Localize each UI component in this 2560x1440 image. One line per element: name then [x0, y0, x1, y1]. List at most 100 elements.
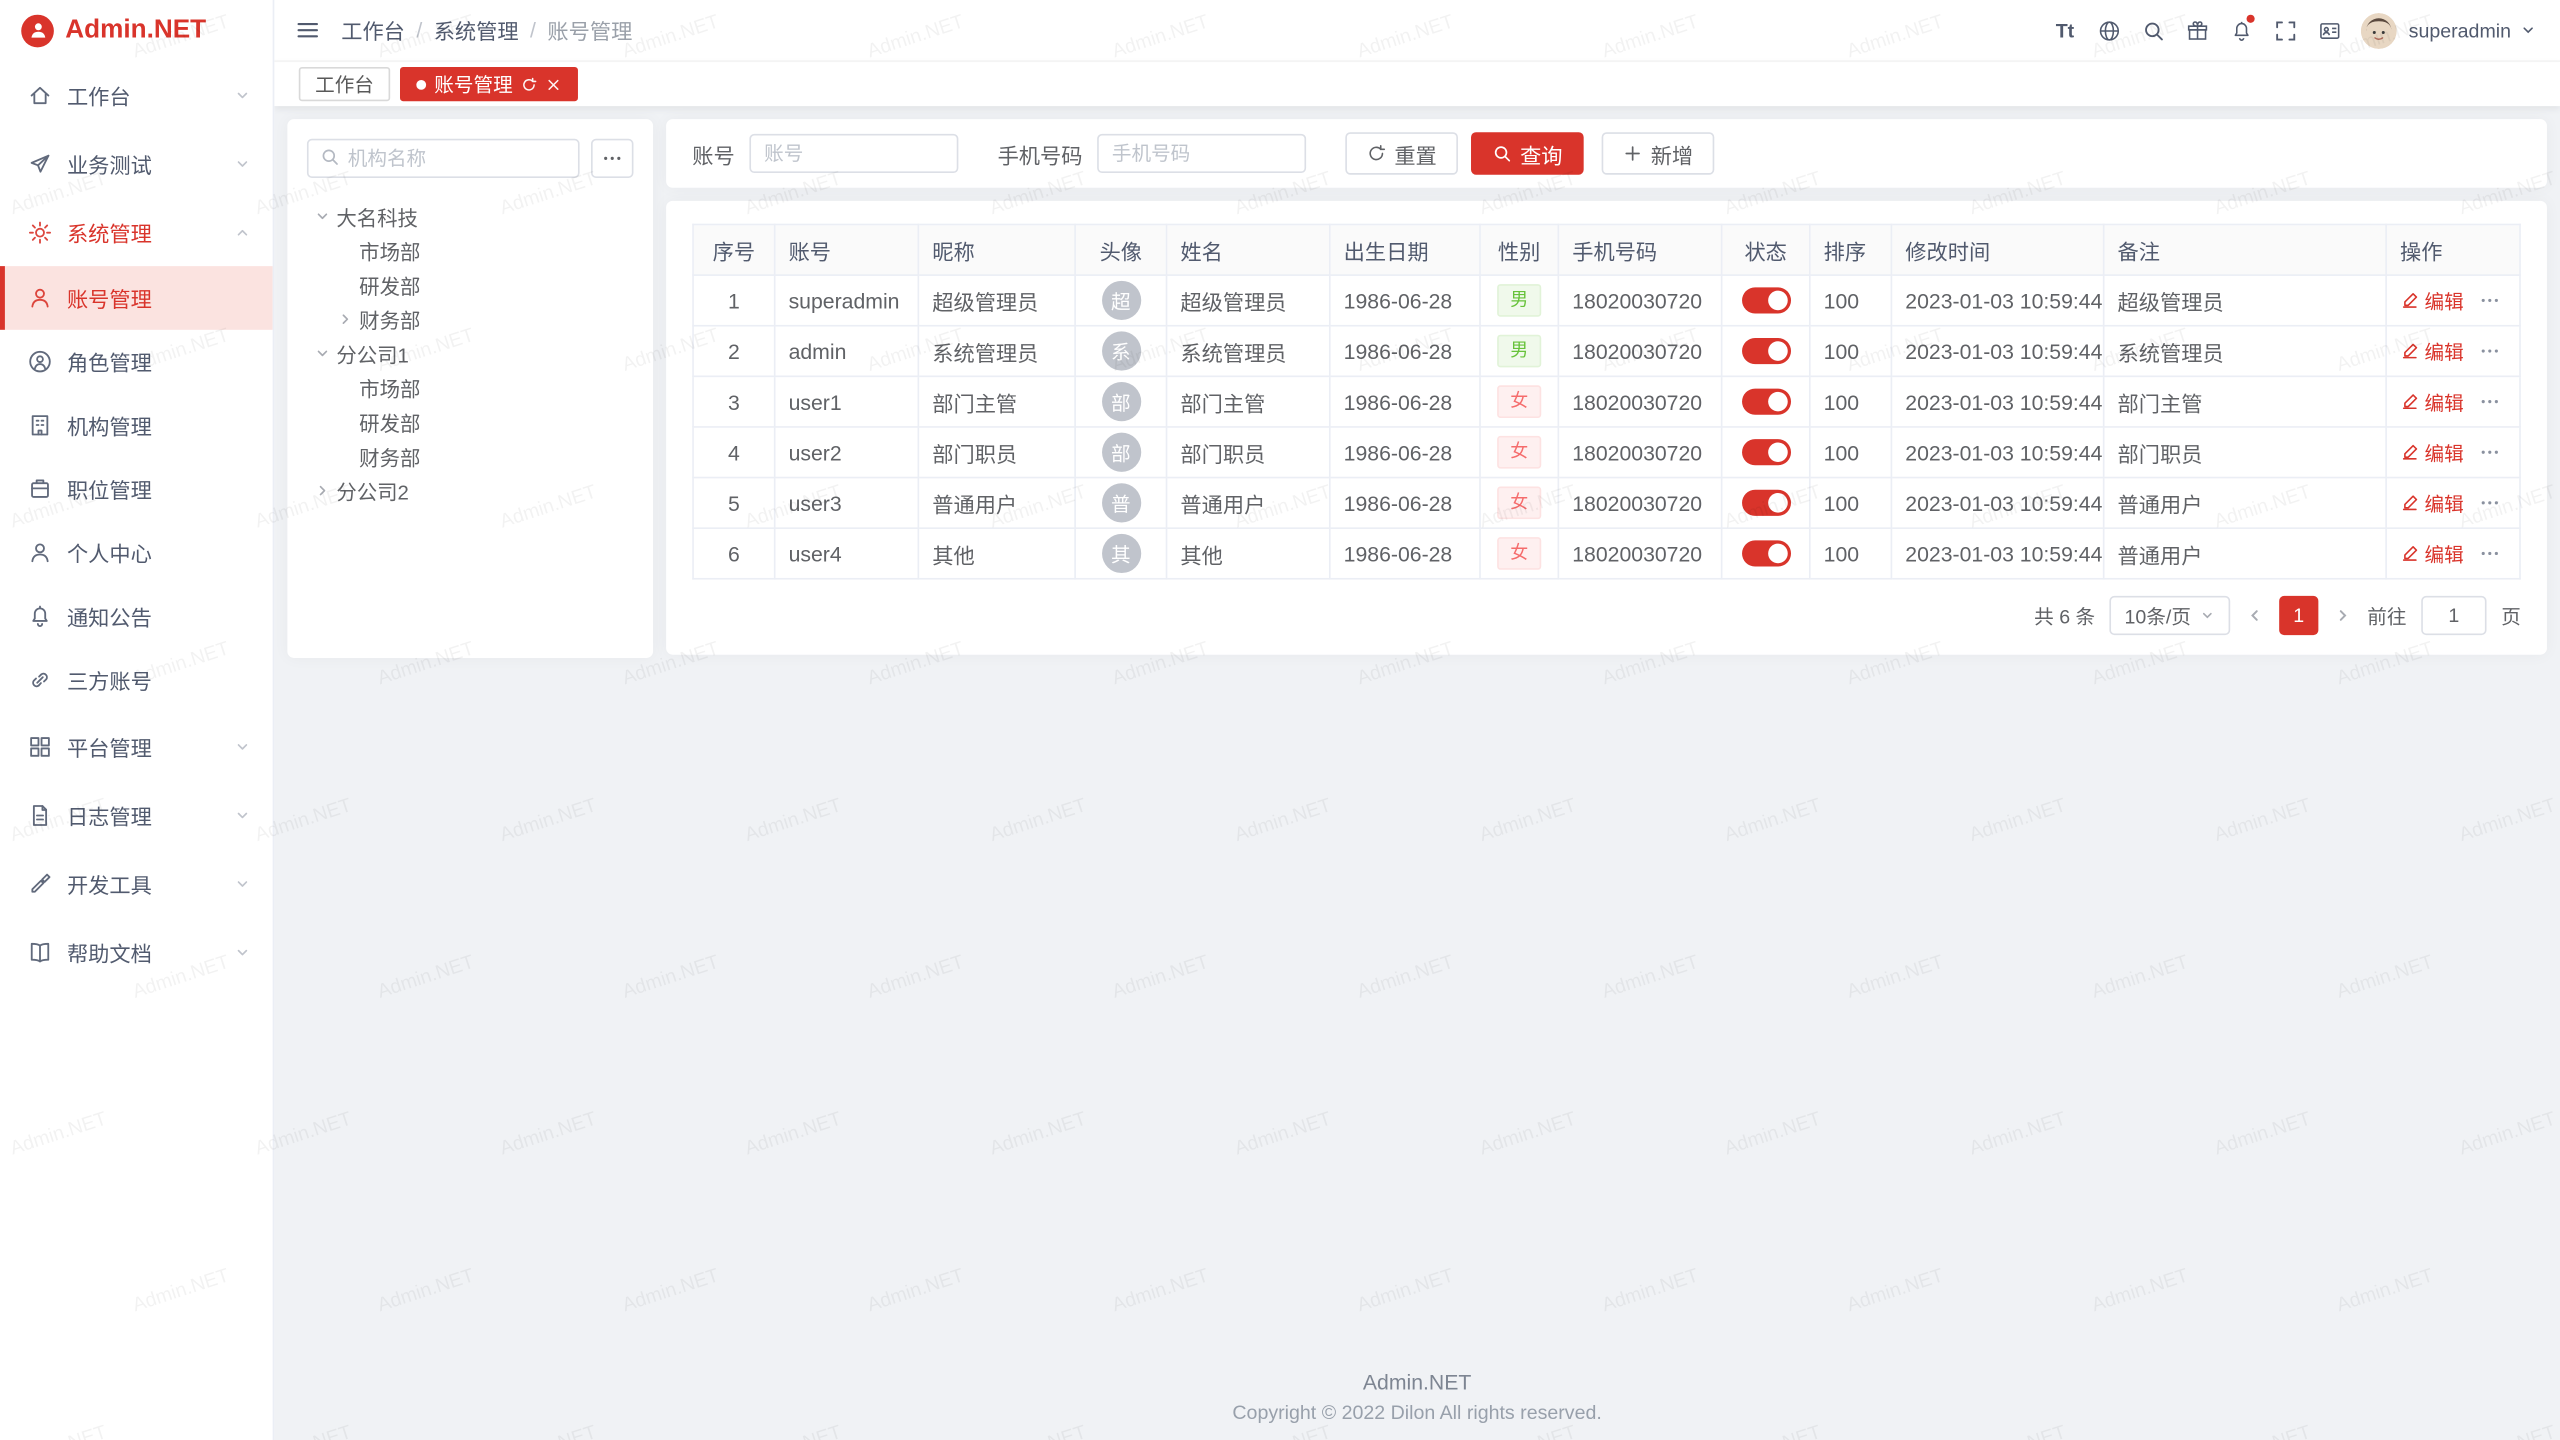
- profile-icon[interactable]: [2307, 0, 2351, 60]
- sidebar-item-log-mgmt[interactable]: 日志管理: [0, 780, 273, 849]
- tree-node[interactable]: 研发部: [307, 405, 634, 439]
- reset-button[interactable]: 重置: [1345, 132, 1458, 174]
- search-button[interactable]: 查询: [1471, 132, 1584, 174]
- sidebar-item-system-mgmt[interactable]: 系统管理: [0, 198, 273, 267]
- footer-title: Admin.NET: [274, 1367, 2560, 1398]
- caret-right-icon[interactable]: [336, 310, 359, 328]
- cell-no: 5: [693, 478, 775, 529]
- prev-page-button[interactable]: [2245, 606, 2265, 626]
- sidebar-item-position-mgmt[interactable]: 职位管理: [0, 457, 273, 521]
- sidebar-item-label: 日志管理: [67, 799, 219, 830]
- tree-node[interactable]: 财务部: [307, 439, 634, 473]
- sidebar-item-account-mgmt[interactable]: 账号管理: [0, 266, 273, 330]
- sidebar-item-platform-mgmt[interactable]: 平台管理: [0, 712, 273, 781]
- sidebar-item-business-test[interactable]: 业务测试: [0, 129, 273, 198]
- caret-down-icon[interactable]: [313, 207, 336, 225]
- tree-node[interactable]: 市场部: [307, 233, 634, 267]
- theme-icon[interactable]: [2175, 0, 2219, 60]
- row-more-button[interactable]: [2478, 491, 2501, 514]
- tree-node[interactable]: 市场部: [307, 371, 634, 405]
- notification-badge: [2247, 15, 2255, 23]
- org-search-input[interactable]: [348, 147, 567, 170]
- language-icon[interactable]: [2087, 0, 2131, 60]
- cell-avatar: 系: [1075, 326, 1166, 377]
- cell-phone: 18020030720: [1558, 528, 1721, 579]
- menu-collapse-icon[interactable]: [296, 18, 320, 42]
- status-toggle[interactable]: [1741, 338, 1790, 364]
- status-toggle[interactable]: [1741, 490, 1790, 516]
- page-size-select[interactable]: 10条/页: [2110, 596, 2230, 635]
- tree-node[interactable]: 分公司1: [307, 336, 634, 370]
- status-toggle[interactable]: [1741, 440, 1790, 466]
- cell-remark: 系统管理员: [2104, 326, 2386, 377]
- breadcrumb: 工作台/系统管理/账号管理: [341, 15, 632, 46]
- tab-0[interactable]: 工作台: [299, 67, 390, 101]
- search-icon[interactable]: [2131, 0, 2175, 60]
- goto-page-input[interactable]: [2421, 596, 2486, 635]
- tree-node[interactable]: 研发部: [307, 268, 634, 302]
- page-number-1[interactable]: 1: [2279, 596, 2318, 635]
- cell-modified: 2023-01-03 10:59:44: [1891, 326, 2103, 377]
- tree-node[interactable]: 大名科技: [307, 199, 634, 233]
- refresh-icon[interactable]: [521, 76, 537, 92]
- sidebar-item-org-mgmt[interactable]: 机构管理: [0, 393, 273, 457]
- row-more-button[interactable]: [2478, 390, 2501, 413]
- cell-account: admin: [775, 326, 919, 377]
- row-more-button[interactable]: [2478, 340, 2501, 363]
- cell-birthday: 1986-06-28: [1330, 326, 1480, 377]
- cell-gender: 男: [1480, 326, 1558, 377]
- tree-node[interactable]: 财务部: [307, 302, 634, 336]
- fullscreen-icon[interactable]: [2263, 0, 2307, 60]
- status-toggle[interactable]: [1741, 288, 1790, 314]
- cell-status: [1722, 376, 1810, 427]
- tree-node[interactable]: 分公司2: [307, 473, 634, 507]
- cell-name: 超级管理员: [1167, 275, 1330, 326]
- cell-birthday: 1986-06-28: [1330, 376, 1480, 427]
- cell-modified: 2023-01-03 10:59:44: [1891, 528, 2103, 579]
- sidebar-item-personal-center[interactable]: 个人中心: [0, 521, 273, 585]
- user-menu[interactable]: superadmin: [2409, 19, 2511, 42]
- edit-button[interactable]: 编辑: [2400, 489, 2464, 517]
- cell-sort: 100: [1810, 376, 1892, 427]
- tree-more-button[interactable]: [591, 139, 633, 178]
- status-toggle[interactable]: [1741, 389, 1790, 415]
- row-more-button[interactable]: [2478, 441, 2501, 464]
- sidebar-item-dev-tools[interactable]: 开发工具: [0, 849, 273, 918]
- breadcrumb-item[interactable]: 系统管理: [434, 15, 519, 46]
- cell-phone: 18020030720: [1558, 275, 1721, 326]
- avatar[interactable]: [2361, 12, 2397, 48]
- breadcrumb-item[interactable]: 工作台: [341, 15, 405, 46]
- sidebar-item-role-mgmt[interactable]: 角色管理: [0, 330, 273, 394]
- cell-no: 4: [693, 427, 775, 478]
- account-filter-input[interactable]: [749, 134, 958, 173]
- notification-icon[interactable]: [2219, 0, 2263, 60]
- row-more-button[interactable]: [2478, 289, 2501, 312]
- sidebar-item-help-docs[interactable]: 帮助文档: [0, 918, 273, 987]
- edit-button[interactable]: 编辑: [2400, 337, 2464, 365]
- sidebar-item-workbench[interactable]: 工作台: [0, 60, 273, 129]
- edit-button[interactable]: 编辑: [2400, 438, 2464, 466]
- cell-nickname: 部门职员: [918, 427, 1075, 478]
- cell-gender: 女: [1480, 376, 1558, 427]
- caret-right-icon[interactable]: [313, 482, 336, 500]
- edit-button[interactable]: 编辑: [2400, 287, 2464, 315]
- row-more-button[interactable]: [2478, 542, 2501, 565]
- cell-sort: 100: [1810, 528, 1892, 579]
- cell-account: user4: [775, 528, 919, 579]
- brand[interactable]: Admin.NET: [0, 0, 273, 60]
- caret-down-icon[interactable]: [313, 344, 336, 362]
- next-page-button[interactable]: [2333, 606, 2353, 626]
- font-size-icon[interactable]: Tt: [2043, 0, 2087, 60]
- close-icon[interactable]: [545, 76, 561, 92]
- row-avatar: 系: [1101, 331, 1140, 370]
- tab-1[interactable]: 账号管理: [400, 67, 578, 101]
- add-button[interactable]: 新增: [1602, 132, 1715, 174]
- edit-button[interactable]: 编辑: [2400, 388, 2464, 416]
- tabs-bar: 工作台账号管理: [274, 60, 2560, 106]
- phone-filter-input[interactable]: [1097, 134, 1306, 173]
- sidebar-item-notice[interactable]: 通知公告: [0, 584, 273, 648]
- table-row: 2 admin 系统管理员 系 系统管理员 1986-06-28 男 18020…: [693, 326, 2520, 377]
- edit-button[interactable]: 编辑: [2400, 540, 2464, 568]
- status-toggle[interactable]: [1741, 541, 1790, 567]
- sidebar-item-third-account[interactable]: 三方账号: [0, 648, 273, 712]
